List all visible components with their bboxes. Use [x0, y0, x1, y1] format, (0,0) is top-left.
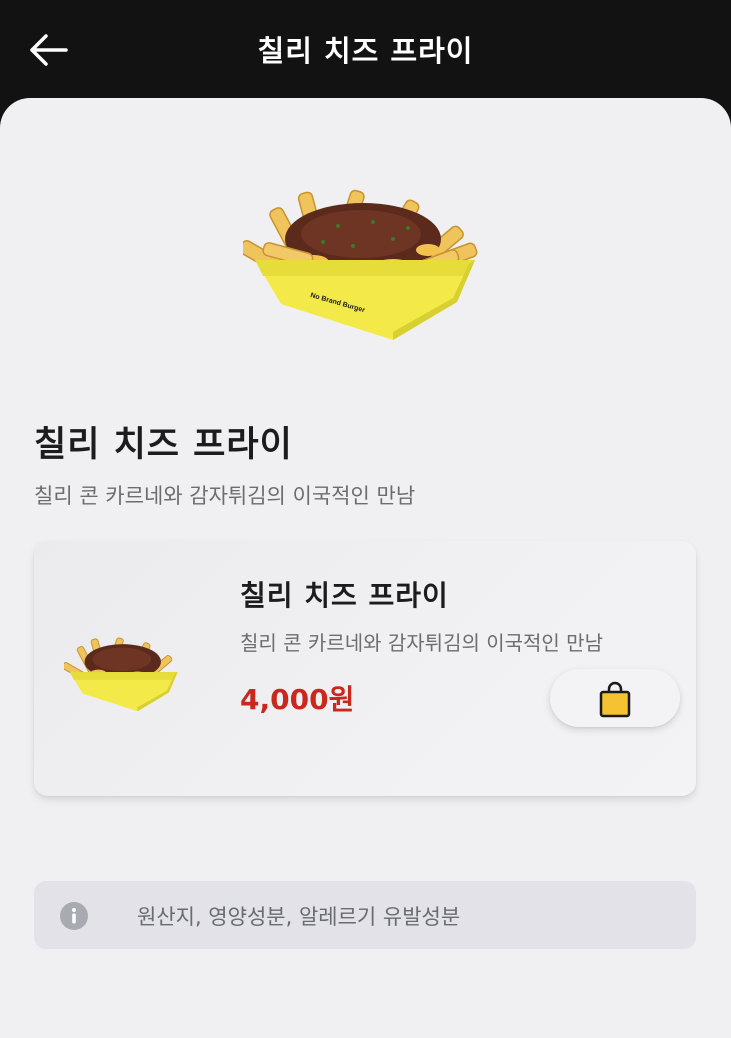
page-title: 칠리 치즈 프라이 — [257, 34, 474, 68]
info-icon — [60, 902, 88, 930]
card-price: 4,000원 — [240, 683, 355, 716]
content-sheet: No Brand Burger 칠리 치즈 프라이 칠리 콘 카르네와 감자튀김… — [0, 98, 731, 1038]
menu-option-card[interactable]: 칠리 치즈 프라이 칠리 콘 카르네와 감자튀김의 이국적인 만남 4,000원 — [34, 541, 696, 796]
add-to-cart-button[interactable] — [550, 669, 680, 727]
card-description: 칠리 콘 카르네와 감자튀김의 이국적인 만남 — [240, 631, 603, 655]
shopping-bag-icon — [599, 681, 631, 718]
nutrition-info-button[interactable]: 원산지, 영양성분, 알레르기 유발성분 — [34, 881, 696, 949]
card-title: 칠리 치즈 프라이 — [240, 579, 449, 612]
info-label: 원산지, 영양성분, 알레르기 유발성분 — [137, 905, 461, 929]
top-bar: 칠리 치즈 프라이 — [0, 0, 731, 100]
card-product-image — [61, 633, 184, 715]
product-hero-image: No Brand Burger — [239, 184, 488, 344]
product-title: 칠리 치즈 프라이 — [34, 425, 293, 465]
product-description: 칠리 콘 카르네와 감자튀김의 이국적인 만남 — [34, 484, 416, 508]
